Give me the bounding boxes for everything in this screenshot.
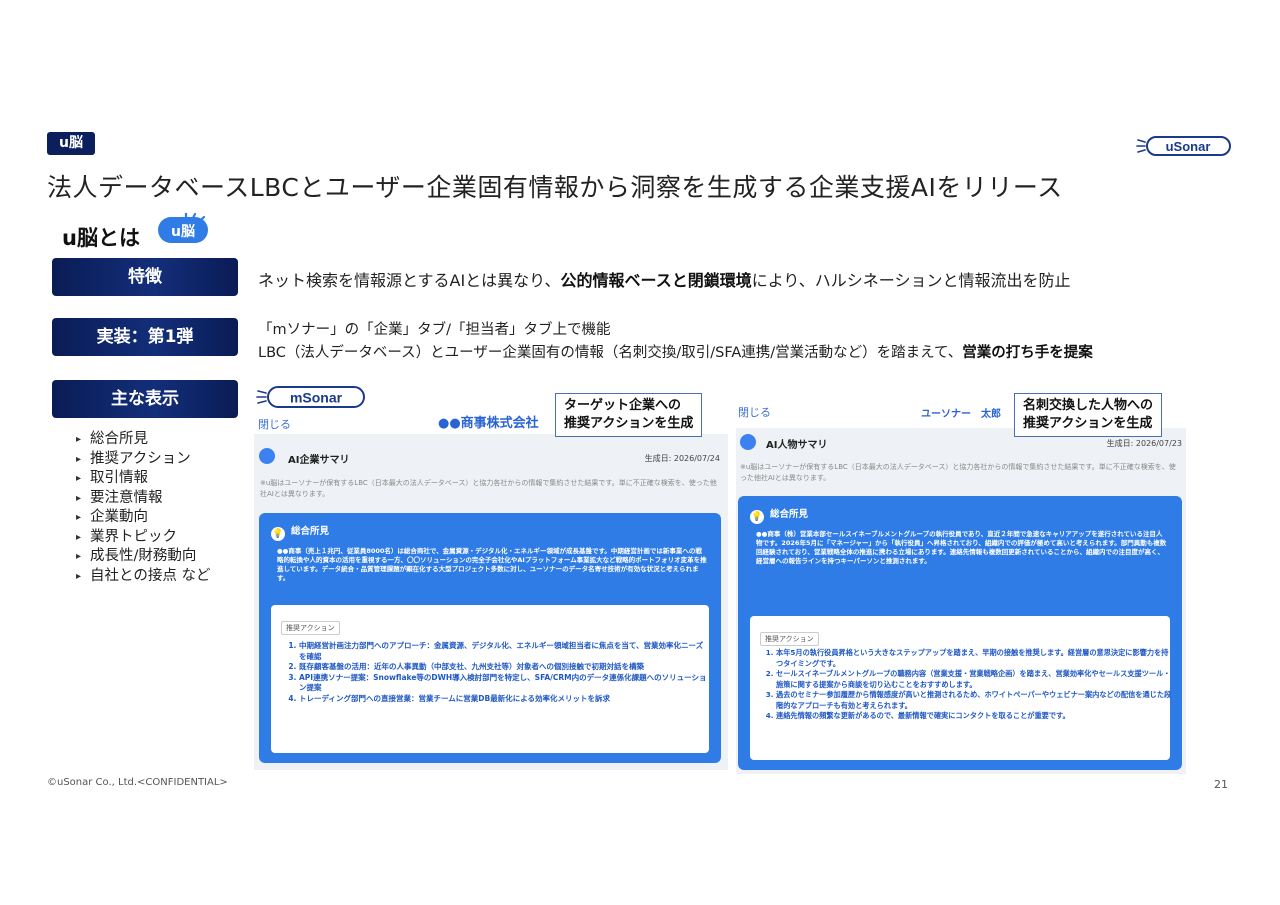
person-summary-screenshot: 閉じる ユーソナー 太郎 AI人物サマリ 生成日: 2026/07/23 ※u脳…	[736, 390, 1186, 774]
actions-list: 中期経営計画注力部門へのアプローチ：金属資源、デジタル化、エネルギー領域担当者に…	[285, 641, 709, 704]
overview-card: 💡 総合所見 ●●商事（株）営業本部セールスイネーブルメントグループの執行役員で…	[738, 496, 1182, 770]
list-item: 総合所見	[76, 430, 210, 450]
person-callout: 名刺交換した人物への 推奨アクションを生成	[1014, 393, 1163, 437]
user-name: ユーソナー 太郎	[921, 409, 1001, 420]
company-summary-screenshot: mSonar 閉じる ●●商事株式会社 AI企業サマリ 生成日: 2026/07…	[254, 380, 728, 770]
overview-card: 💡 総合所見 ●●商事（売上１兆円、従業員8000名）は総合商社で、金属資源・デ…	[259, 513, 721, 763]
action-item: API連携ソナー提案：Snowflake等のDWH導入検討部門を特定し、SFA/…	[299, 673, 709, 694]
overview-body: ●●商事（売上１兆円、従業員8000名）は総合商社で、金属資源・デジタル化・エネ…	[277, 547, 707, 582]
action-item: 過去のセミナー参加履歴から情報感度が高いと推測されるため、ホワイトペーパーやウェ…	[776, 690, 1172, 711]
company-name: ●●商事株式会社	[438, 416, 539, 431]
close-link[interactable]: 閉じる	[738, 404, 771, 420]
usonar-logo: uSonar	[1136, 132, 1232, 160]
action-item: トレーディング部門への直接営業：営業チームに営業DB最新化による効率化メリットを…	[299, 694, 709, 705]
overview-body: ●●商事（株）営業本部セールスイネーブルメントグループの執行役員であり、直近２年…	[756, 530, 1167, 565]
list-item: 要注意情報	[76, 489, 210, 509]
implementation-line1: 「mソナー」の「企業」タブ/「担当者」タブ上で機能	[258, 322, 611, 338]
list-item: 自社との接点 など	[76, 567, 210, 587]
summary-title: AI人物サマリ	[766, 440, 828, 451]
feature-text: ネット検索を情報源とするAIとは異なり、公的情報ベースと閉鎖環境により、ハルシネ…	[258, 271, 1071, 290]
actions-card: 推奨アクション 中期経営計画注力部門へのアプローチ：金属資源、デジタル化、エネル…	[271, 605, 709, 753]
msonar-logo-text: mSonar	[290, 390, 343, 406]
list-item: 成長性/財務動向	[76, 547, 210, 567]
ai-summary-icon	[259, 448, 275, 464]
actions-tag: 推奨アクション	[760, 632, 819, 646]
action-item: 既存顧客基盤の活用：近年の人事異動（中部支社、九州支社等）対象者への個別接触で初…	[299, 662, 709, 673]
lightbulb-icon: 💡	[271, 527, 285, 541]
list-item: 業界トピック	[76, 528, 210, 548]
usonar-logo-text: uSonar	[1166, 139, 1211, 154]
ai-summary-icon	[740, 434, 756, 450]
feature-label: 特徴	[52, 258, 238, 296]
u-brain-icon-text: u脳	[171, 223, 195, 240]
disclaimer: ※u脳はユーソナーが保有するLBC（日本最大の法人データベース）と協力各社からの…	[260, 479, 717, 498]
lightbulb-icon: 💡	[750, 510, 764, 524]
list-item: 推奨アクション	[76, 450, 210, 470]
actions-card: 推奨アクション 本年5月の執行役員昇格という大きなステップアップを踏まえ、早期の…	[750, 616, 1172, 760]
implementation-line2: LBC（法人データベース）とユーザー企業固有の情報（名刺交換/取引/SFA連携/…	[258, 345, 1093, 361]
action-item: 本年5月の執行役員昇格という大きなステップアップを踏まえ、早期の接触を推奨します…	[776, 648, 1172, 669]
list-item: 企業動向	[76, 508, 210, 528]
list-item: 取引情報	[76, 469, 210, 489]
action-item: セールスイネーブルメントグループの職務内容（営業支援・営業戦略企画）を踏まえ、営…	[776, 669, 1172, 690]
disclaimer: ※u脳はユーソナーが保有するLBC（日本最大の法人データベース）と協力各社からの…	[740, 463, 1176, 482]
page-number: 21	[1214, 778, 1228, 791]
company-callout: ターゲット企業への 推奨アクションを生成	[555, 393, 703, 437]
actions-tag: 推奨アクション	[281, 621, 340, 635]
actions-list: 本年5月の執行役員昇格という大きなステップアップを踏まえ、早期の接触を推奨します…	[762, 648, 1172, 722]
slide-title: 法人データベースLBCとユーザー企業固有情報から洞察を生成する企業支援AIをリリ…	[47, 173, 1063, 202]
action-item: 中期経営計画注力部門へのアプローチ：金属資源、デジタル化、エネルギー領域担当者に…	[299, 641, 709, 662]
summary-date: 生成日: 2026/07/24	[644, 454, 720, 463]
u-brain-icon: u脳	[156, 211, 210, 245]
display-label: 主な表示	[52, 380, 238, 418]
overview-title: 総合所見	[770, 509, 809, 520]
msonar-logo: mSonar	[256, 382, 368, 412]
action-item: 連絡先情報の頻繁な更新があるので、最新情報で確実にコンタクトを取ることが重要です…	[776, 711, 1172, 722]
summary-title: AI企業サマリ	[288, 455, 350, 466]
section-title: u脳とは	[62, 226, 140, 250]
close-link[interactable]: 閉じる	[258, 416, 291, 432]
implementation-label: 実装：第1弾	[52, 318, 238, 356]
overview-title: 総合所見	[291, 526, 330, 537]
summary-date: 生成日: 2026/07/23	[1106, 439, 1182, 448]
u-brain-badge: u脳	[47, 132, 95, 155]
display-items-list: 総合所見 推奨アクション 取引情報 要注意情報 企業動向 業界トピック 成長性/…	[76, 430, 210, 586]
copyright: ©uSonar Co., Ltd.<CONFIDENTIAL>	[47, 777, 228, 788]
